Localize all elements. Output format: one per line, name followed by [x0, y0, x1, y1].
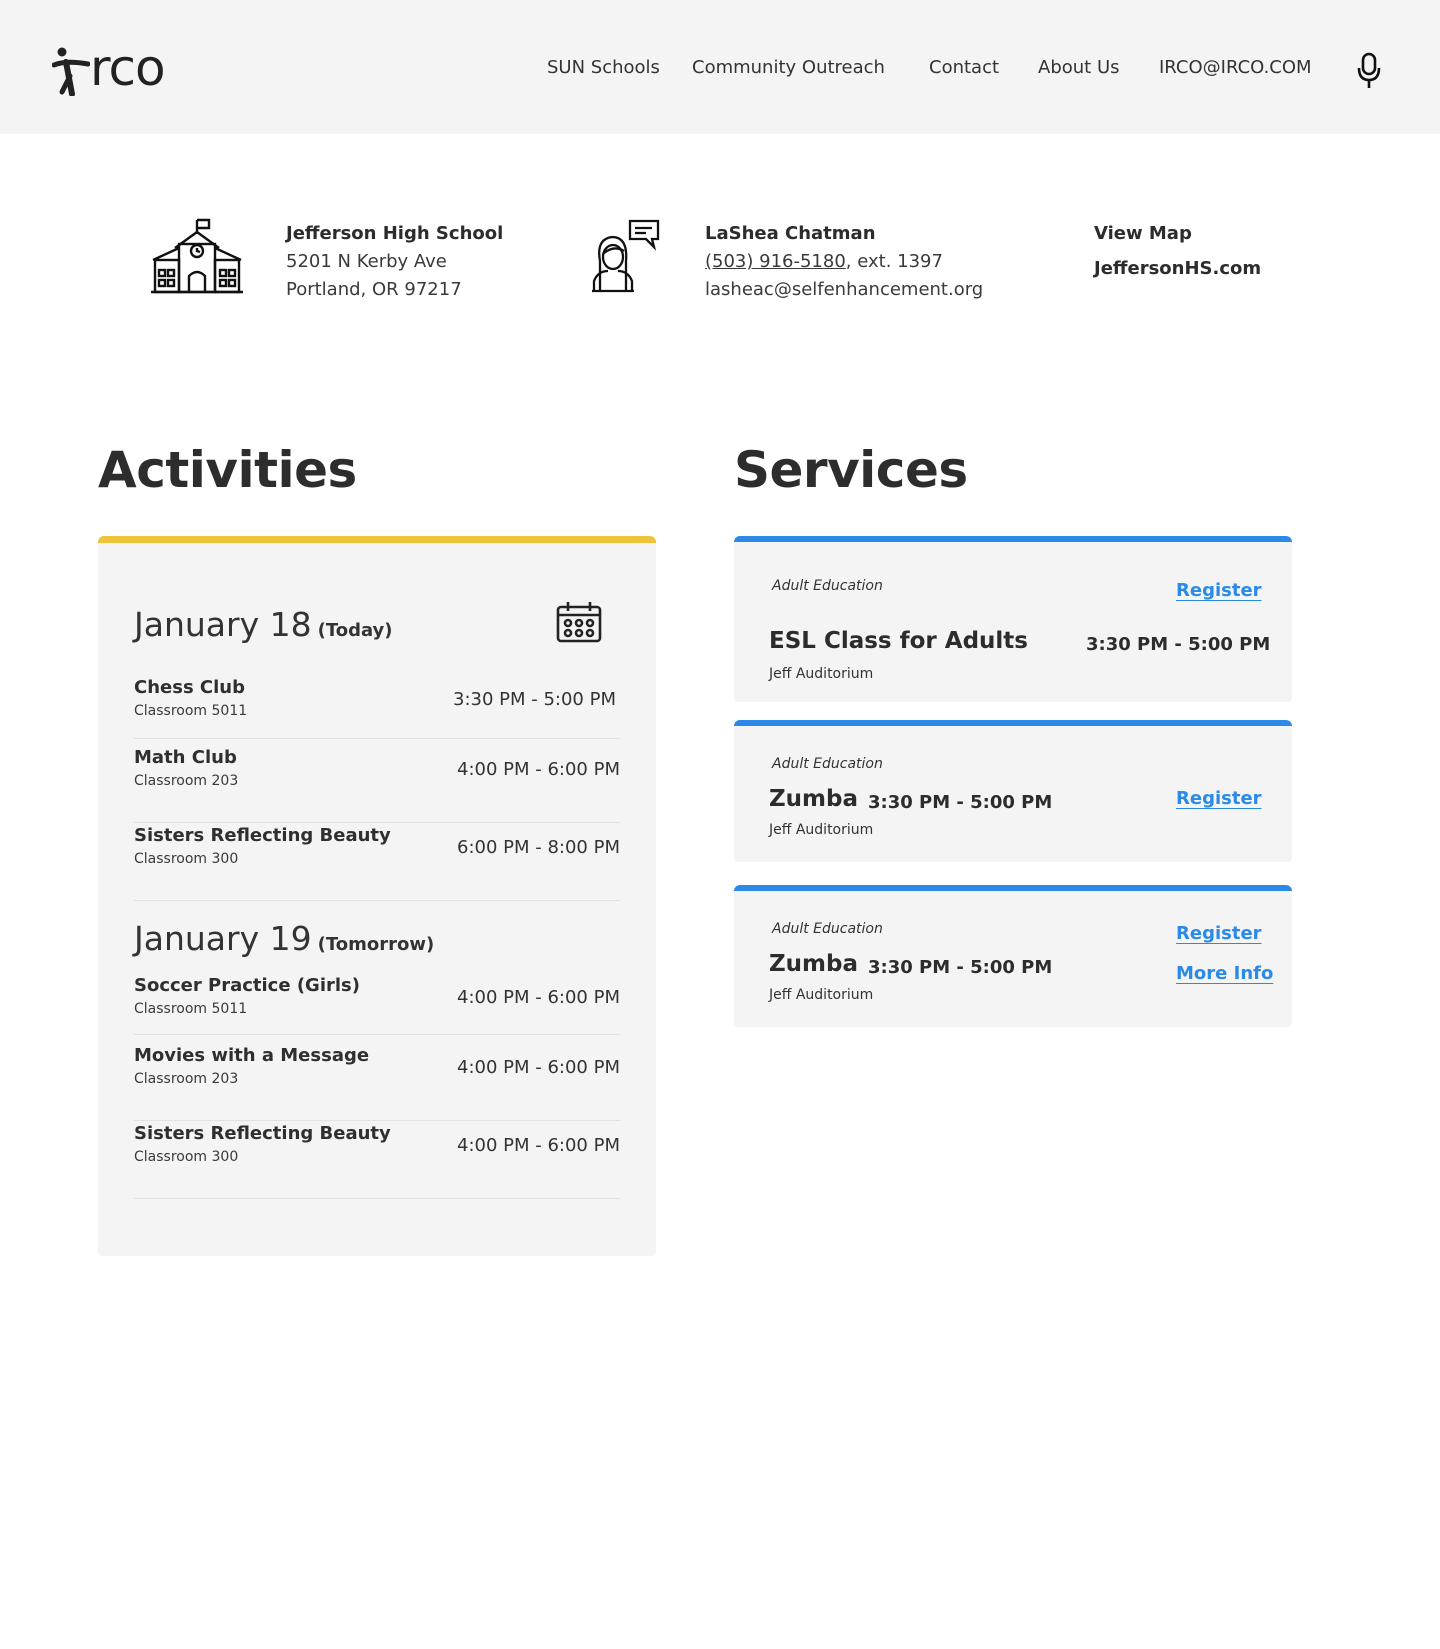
services-title: Services	[734, 441, 968, 499]
nav-email[interactable]: IRCO@IRCO.COM	[1159, 55, 1312, 81]
service-card: Adult Education Register ESL Class for A…	[734, 536, 1292, 702]
site-header: rco SUN Schools Community Outreach Conta…	[0, 0, 1440, 134]
activity-name: Chess Club	[134, 677, 246, 698]
school-building-icon	[151, 218, 243, 294]
activity-time: 4:00 PM - 6:00 PM	[457, 987, 620, 1008]
activity-row[interactable]: Sisters Reflecting Beauty Classroom 300 …	[134, 825, 620, 901]
school-address-line1: 5201 N Kerby Ave	[286, 251, 447, 272]
service-time: 3:30 PM - 5:00 PM	[1086, 634, 1271, 655]
activity-time: 6:00 PM - 8:00 PM	[457, 837, 620, 858]
service-category: Adult Education	[772, 578, 883, 594]
activity-name: Sisters Reflecting Beauty	[134, 825, 391, 846]
service-location: Jeff Auditorium	[769, 822, 874, 838]
activity-room: Classroom 5011	[134, 703, 248, 719]
contact-phone[interactable]: (503) 916-5180	[705, 251, 846, 272]
service-time: 3:30 PM - 5:00 PM	[868, 792, 1053, 813]
person-logo-icon	[52, 47, 90, 96]
activity-room: Classroom 5011	[134, 1001, 248, 1017]
nav-community-outreach[interactable]: Community Outreach	[692, 55, 885, 81]
date-heading: January 19 (Tomorrow)	[134, 919, 434, 958]
activity-row[interactable]: Soccer Practice (Girls) Classroom 5011 4…	[134, 975, 620, 1035]
school-address-line2: Portland, OR 97217	[286, 279, 462, 300]
activity-time: 4:00 PM - 6:00 PM	[457, 759, 620, 780]
service-category: Adult Education	[772, 756, 883, 772]
contact-ext: , ext. 1397	[845, 251, 943, 272]
activity-name: Movies with a Message	[134, 1045, 370, 1066]
activity-name: Sisters Reflecting Beauty	[134, 1123, 391, 1144]
view-map-link[interactable]: View Map	[1094, 220, 1192, 248]
service-card: Adult Education Register Zumba 3:30 PM -…	[734, 885, 1292, 1027]
activity-room: Classroom 203	[134, 1071, 239, 1087]
irco-logo[interactable]: rco	[52, 39, 166, 97]
nav-sun-schools[interactable]: SUN Schools	[547, 55, 660, 81]
contact-info: LaShea Chatman (503) 916-5180, ext. 1397…	[705, 220, 983, 304]
service-location: Jeff Auditorium	[769, 666, 874, 682]
activities-card: January 18 (Today) Chess Club Classroom 5…	[98, 536, 656, 1256]
service-card: Adult Education Zumba 3:30 PM - 5:00 PM …	[734, 720, 1292, 862]
person-chat-icon	[592, 219, 660, 293]
activity-row[interactable]: Sisters Reflecting Beauty Classroom 300 …	[134, 1123, 620, 1199]
service-title: Zumba	[769, 951, 859, 977]
register-link[interactable]: Register	[1176, 580, 1262, 601]
activity-row[interactable]: Chess Club Classroom 5011 3:30 PM - 5:00…	[134, 677, 620, 739]
activity-name: Math Club	[134, 747, 237, 768]
calendar-icon[interactable]	[556, 601, 602, 643]
website-link[interactable]: JeffersonHS.com	[1094, 255, 1261, 283]
contact-email[interactable]: lasheac@selfenhancement.org	[705, 276, 983, 304]
activity-room: Classroom 203	[134, 773, 239, 789]
activity-row[interactable]: Movies with a Message Classroom 203 4:00…	[134, 1045, 620, 1121]
activities-title: Activities	[98, 441, 357, 499]
contact-phone-line: (503) 916-5180, ext. 1397	[705, 248, 983, 276]
service-location: Jeff Auditorium	[769, 987, 874, 1003]
activity-room: Classroom 300	[134, 1149, 239, 1165]
contact-name: LaShea Chatman	[705, 223, 876, 244]
service-category: Adult Education	[772, 921, 883, 937]
service-time: 3:30 PM - 5:00 PM	[868, 957, 1053, 978]
activity-row[interactable]: Math Club Classroom 203 4:00 PM - 6:00 P…	[134, 747, 620, 823]
activity-time: 4:00 PM - 6:00 PM	[457, 1135, 620, 1156]
service-title: Zumba	[769, 786, 859, 812]
logo-text: rco	[90, 39, 166, 97]
activity-name: Soccer Practice (Girls)	[134, 975, 360, 996]
date-note: (Tomorrow)	[317, 934, 435, 955]
activity-time: 4:00 PM - 6:00 PM	[457, 1057, 620, 1078]
date-note: (Today)	[317, 620, 393, 641]
activity-time: 3:30 PM - 5:00 PM	[453, 689, 616, 710]
date-label: January 18	[134, 605, 312, 644]
date-heading: January 18 (Today)	[134, 605, 393, 644]
more-info-link[interactable]: More Info	[1176, 963, 1273, 984]
activity-room: Classroom 300	[134, 851, 239, 867]
date-label: January 19	[134, 919, 312, 958]
nav-contact[interactable]: Contact	[929, 55, 999, 81]
school-name: Jefferson High School	[286, 223, 504, 244]
microphone-icon[interactable]	[1356, 52, 1382, 90]
service-title: ESL Class for Adults	[769, 628, 1028, 654]
nav-about-us[interactable]: About Us	[1038, 55, 1120, 81]
register-link[interactable]: Register	[1176, 788, 1262, 809]
register-link[interactable]: Register	[1176, 923, 1262, 944]
school-info: Jefferson High School 5201 N Kerby Ave P…	[286, 220, 503, 304]
